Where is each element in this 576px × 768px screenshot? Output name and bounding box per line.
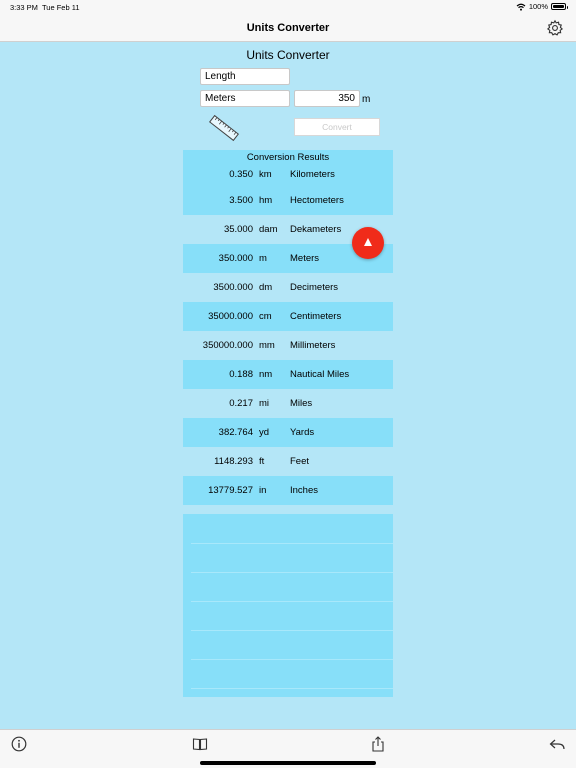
undo-icon[interactable] <box>549 736 565 752</box>
results-header-label: Conversion Results <box>246 152 330 163</box>
result-abbr: ft <box>259 456 265 467</box>
result-abbr: m <box>259 253 267 264</box>
book-icon[interactable] <box>192 736 208 752</box>
results-empty-area <box>183 514 393 697</box>
category-selector[interactable]: Length <box>200 68 290 85</box>
info-icon[interactable] <box>11 736 27 752</box>
result-abbr: nm <box>259 369 273 380</box>
result-row: 3.500 hm Hectometers <box>183 186 393 215</box>
result-value: 3500.000 <box>213 282 253 293</box>
result-abbr: yd <box>259 427 270 438</box>
result-name: Dekameters <box>290 224 342 235</box>
results-header: Conversion Results 0.350 km Kilometers <box>183 150 393 186</box>
value-input[interactable]: 350 <box>294 90 360 107</box>
from-unit-selector[interactable]: Meters <box>200 90 290 107</box>
result-name: Nautical Miles <box>290 369 350 380</box>
navigation-bar: Units Converter <box>0 14 576 42</box>
battery-percent: 100% <box>528 2 548 11</box>
bottom-toolbar <box>0 729 576 768</box>
conversion-results: Conversion Results 0.350 km Kilometers 3.5… <box>183 150 393 505</box>
result-name: Decimeters <box>290 282 339 293</box>
convert-button[interactable]: Convert <box>294 118 380 136</box>
result-name: Hectometers <box>290 195 344 206</box>
result-name: Centimeters <box>290 311 342 322</box>
result-value: 382.764 <box>218 427 253 438</box>
result-abbr: dam <box>259 224 278 235</box>
result-value: 350000.000 <box>202 340 253 351</box>
home-indicator <box>200 761 376 765</box>
result-abbr: cm <box>259 311 272 322</box>
result-row: 350000.000 mm Millimeters <box>183 331 393 360</box>
result-abbr: in <box>259 485 267 496</box>
result-name: Millimeters <box>290 340 336 351</box>
result-name: Kilometers <box>290 169 335 180</box>
result-name: Miles <box>290 398 313 409</box>
nav-title: Units Converter <box>246 22 330 34</box>
result-abbr: mm <box>259 340 275 351</box>
result-row: 0.217 mi Miles <box>183 389 393 418</box>
gear-icon[interactable] <box>546 19 564 37</box>
result-value: 1148.293 <box>214 456 253 467</box>
result-value: 0.188 <box>229 369 253 380</box>
scroll-up-button[interactable] <box>352 227 384 259</box>
result-name: Yards <box>290 427 315 438</box>
result-row: 1148.293 ft Feet <box>183 447 393 476</box>
result-name: Feet <box>290 456 310 467</box>
result-abbr: mi <box>259 398 270 409</box>
status-time: 3:33 PM <box>10 3 38 12</box>
result-row: 35000.000 cm Centimeters <box>183 302 393 331</box>
result-value: 0.217 <box>229 398 253 409</box>
status-right: 100% <box>516 2 568 11</box>
result-value: 35000.000 <box>208 311 253 322</box>
result-value: 13779.527 <box>208 485 253 496</box>
status-bar: 3:33 PM Tue Feb 11 100% <box>0 0 576 14</box>
arrow-up-icon <box>364 238 372 246</box>
wifi-icon <box>516 3 526 11</box>
main-content: Units Converter Length Meters 350 m Conv… <box>0 42 576 729</box>
result-value: 3.500 <box>229 195 253 206</box>
app-title: Units Converter <box>246 48 330 62</box>
result-abbr: km <box>259 169 272 180</box>
result-value: 35.000 <box>223 224 253 235</box>
result-name: Meters <box>290 253 320 264</box>
result-abbr: dm <box>259 282 273 293</box>
unit-suffix: m <box>362 94 371 105</box>
result-row: 3500.000 dm Decimeters <box>183 273 393 302</box>
ruler-icon <box>209 114 239 142</box>
result-value: 350.000 <box>218 253 253 264</box>
status-date: Tue Feb 11 <box>42 3 80 12</box>
result-value: 0.350 <box>229 169 253 180</box>
result-abbr: hm <box>259 195 273 206</box>
result-row: 13779.527 in Inches <box>183 476 393 505</box>
result-row: 0.188 nm Nautical Miles <box>183 360 393 389</box>
share-icon[interactable] <box>370 736 386 752</box>
result-row: 382.764 yd Yards <box>183 418 393 447</box>
battery-icon <box>551 3 568 10</box>
result-name: Inches <box>290 485 318 496</box>
